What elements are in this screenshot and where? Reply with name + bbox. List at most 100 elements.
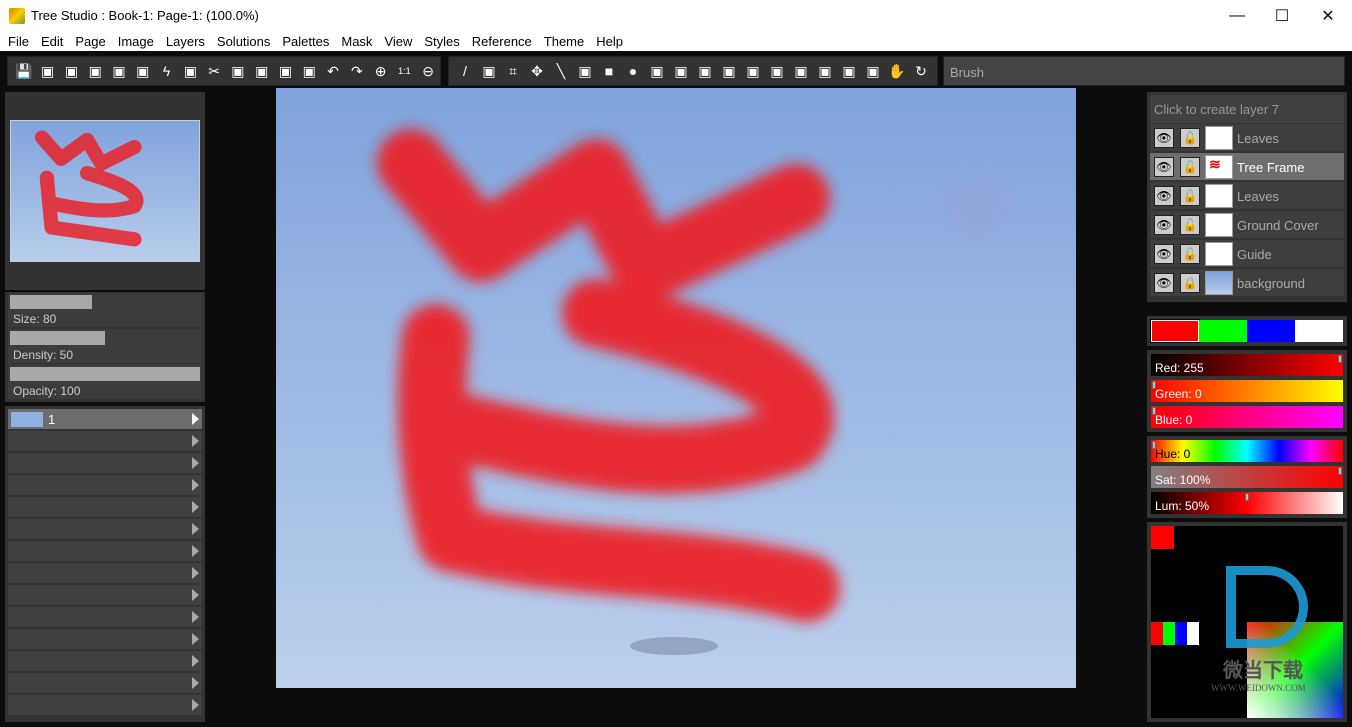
lock-open-icon[interactable]: 🔓 [1180, 157, 1200, 177]
checker3-button[interactable]: ▣ [717, 59, 741, 83]
expand-arrow-icon[interactable] [192, 523, 199, 535]
expand-arrow-icon[interactable] [192, 567, 199, 579]
opacity-slider[interactable]: Opacity: 100 [8, 365, 202, 399]
wand-button[interactable]: ▣ [789, 59, 813, 83]
menu-mask[interactable]: Mask [335, 34, 378, 49]
green-slider[interactable]: Green: 0 [1151, 380, 1343, 402]
zoom-out-button[interactable]: ⊖ [416, 59, 440, 83]
expand-arrow-icon[interactable] [192, 699, 199, 711]
visibility-eye-icon[interactable]: 👁 [1154, 157, 1174, 177]
close-button[interactable]: ✕ [1305, 0, 1351, 31]
lock-open-icon[interactable]: 🔓 [1180, 244, 1200, 264]
hue-slider[interactable]: Hue: 0 [1151, 440, 1343, 462]
fill-paste-button[interactable]: ▣ [297, 59, 321, 83]
layer-row[interactable]: 👁 🔓 Guide [1150, 240, 1344, 268]
page-item[interactable] [8, 607, 202, 628]
menu-solutions[interactable]: Solutions [211, 34, 276, 49]
layer-row[interactable]: 👁 🔓 Ground Cover [1150, 211, 1344, 239]
stamp-button[interactable]: ▣ [861, 59, 885, 83]
menu-reference[interactable]: Reference [466, 34, 538, 49]
page-item[interactable]: 1 [8, 409, 202, 430]
create-layer-button[interactable]: Click to create layer 7 [1150, 95, 1344, 123]
minimize-button[interactable]: — [1214, 0, 1260, 31]
brush-button[interactable]: / [453, 59, 477, 83]
visibility-eye-icon[interactable]: 👁 [1154, 186, 1174, 206]
save-button[interactable]: 💾 [12, 59, 36, 83]
page-prev-button[interactable]: ▣ [60, 59, 84, 83]
visibility-eye-icon[interactable]: 👁 [1154, 128, 1174, 148]
luminance-slider[interactable]: Lum: 50% [1151, 492, 1343, 514]
layer-row[interactable]: 👁 🔓 Leaves [1150, 124, 1344, 152]
expand-arrow-icon[interactable] [192, 611, 199, 623]
copy-button[interactable]: ▣ [226, 59, 250, 83]
rotate-button[interactable]: ↻ [909, 59, 933, 83]
page-item[interactable] [8, 695, 202, 716]
maximize-button[interactable]: ☐ [1259, 0, 1305, 31]
menu-page[interactable]: Page [69, 34, 111, 49]
zoom-in-button[interactable]: ⊕ [369, 59, 393, 83]
color-swatch[interactable] [1150, 319, 1200, 343]
dither-button[interactable]: ▣ [741, 59, 765, 83]
lightning-button[interactable]: ϟ [155, 59, 179, 83]
drawing-canvas[interactable] [276, 88, 1076, 688]
page-item[interactable] [8, 519, 202, 540]
expand-arrow-icon[interactable] [192, 589, 199, 601]
ellipse-button[interactable]: ● [621, 59, 645, 83]
visibility-eye-icon[interactable]: 👁 [1154, 244, 1174, 264]
page-next-button[interactable]: ▣ [131, 59, 155, 83]
hand-button[interactable]: ✋ [885, 59, 909, 83]
undo-button[interactable]: ↶ [321, 59, 345, 83]
checker-button[interactable]: ▣ [669, 59, 693, 83]
page-item[interactable] [8, 453, 202, 474]
line-button[interactable]: ╲ [549, 59, 573, 83]
menu-palettes[interactable]: Palettes [276, 34, 335, 49]
layer-row[interactable]: 👁 🔓 Leaves [1150, 182, 1344, 210]
sparkle-button[interactable]: ▣ [765, 59, 789, 83]
expand-arrow-icon[interactable] [192, 545, 199, 557]
checker2-button[interactable]: ▣ [693, 59, 717, 83]
expand-arrow-icon[interactable] [192, 633, 199, 645]
expand-arrow-icon[interactable] [192, 479, 199, 491]
list-button[interactable]: ▣ [178, 59, 202, 83]
save-all-button[interactable]: ▣ [36, 59, 60, 83]
crop-button[interactable]: ⌗ [501, 59, 525, 83]
expand-arrow-icon[interactable] [192, 677, 199, 689]
visibility-eye-icon[interactable]: 👁 [1154, 273, 1174, 293]
actual-size-button[interactable]: 1:1 [393, 59, 417, 83]
lock-open-icon[interactable]: 🔓 [1180, 128, 1200, 148]
page-item[interactable] [8, 563, 202, 584]
page-item[interactable] [8, 497, 202, 518]
menu-layers[interactable]: Layers [160, 34, 211, 49]
visibility-eye-icon[interactable]: 👁 [1154, 215, 1174, 235]
lock-open-icon[interactable]: 🔓 [1180, 215, 1200, 235]
page-item[interactable] [8, 541, 202, 562]
saturation-slider[interactable]: Sat: 100% [1151, 466, 1343, 488]
menu-file[interactable]: File [2, 34, 35, 49]
lasso-button[interactable]: ▣ [573, 59, 597, 83]
move-button[interactable]: ✥ [525, 59, 549, 83]
eyedropper-button[interactable]: ▣ [477, 59, 501, 83]
page-back-button[interactable]: ▣ [83, 59, 107, 83]
menu-styles[interactable]: Styles [418, 34, 465, 49]
menu-theme[interactable]: Theme [538, 34, 590, 49]
color-swatch[interactable] [1247, 320, 1295, 342]
layer-row[interactable]: 👁 🔓 ≋ Tree Frame [1150, 153, 1344, 181]
cut-button[interactable]: ✂ [202, 59, 226, 83]
density-slider[interactable]: Density: 50 [8, 329, 202, 363]
layer-row[interactable]: 👁 🔒 background [1150, 269, 1344, 297]
expand-arrow-icon[interactable] [192, 435, 199, 447]
expand-arrow-icon[interactable] [192, 655, 199, 667]
erase-paste-button[interactable]: ▣ [274, 59, 298, 83]
lock-open-icon[interactable]: 🔓 [1180, 186, 1200, 206]
size-slider[interactable]: Size: 80 [8, 293, 202, 327]
menu-edit[interactable]: Edit [35, 34, 69, 49]
navigator-thumbnail[interactable] [10, 120, 200, 262]
expand-arrow-icon[interactable] [192, 501, 199, 513]
spray-button[interactable]: ▣ [813, 59, 837, 83]
lock-closed-icon[interactable]: 🔒 [1180, 273, 1200, 293]
page-forward-button[interactable]: ▣ [107, 59, 131, 83]
menu-image[interactable]: Image [112, 34, 160, 49]
color-swatch[interactable] [1199, 320, 1247, 342]
menu-help[interactable]: Help [590, 34, 629, 49]
page-item[interactable] [8, 585, 202, 606]
